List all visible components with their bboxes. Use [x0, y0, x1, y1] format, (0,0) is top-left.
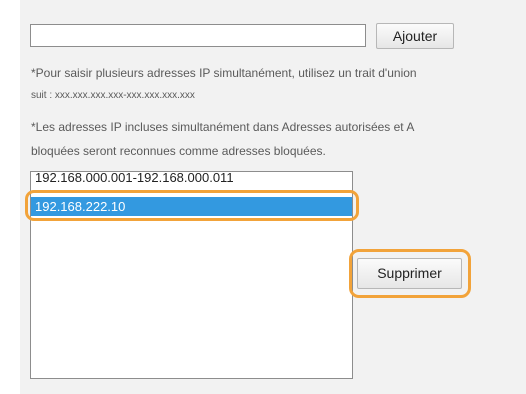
add-button[interactable]: Ajouter [376, 23, 454, 49]
overlap-note-line-2: bloquées seront reconnues comme adresses… [31, 144, 326, 158]
range-note-line-2: suit : xxx.xxx.xxx.xxx-xxx.xxx.xxx.xxx [31, 90, 195, 101]
overlap-note-line-1: *Les adresses IP incluses simultanément … [31, 120, 415, 134]
list-item-selected[interactable]: 192.168.222.10 [31, 197, 352, 216]
address-listbox[interactable]: 192.168.000.001-192.168.000.011 192.168.… [30, 171, 353, 379]
range-note-line-1: *Pour saisir plusieurs adresses IP simul… [31, 66, 417, 80]
ip-address-input[interactable] [30, 24, 366, 47]
delete-button[interactable]: Supprimer [357, 258, 462, 289]
list-item[interactable]: 192.168.000.001-192.168.000.011 [31, 172, 352, 187]
